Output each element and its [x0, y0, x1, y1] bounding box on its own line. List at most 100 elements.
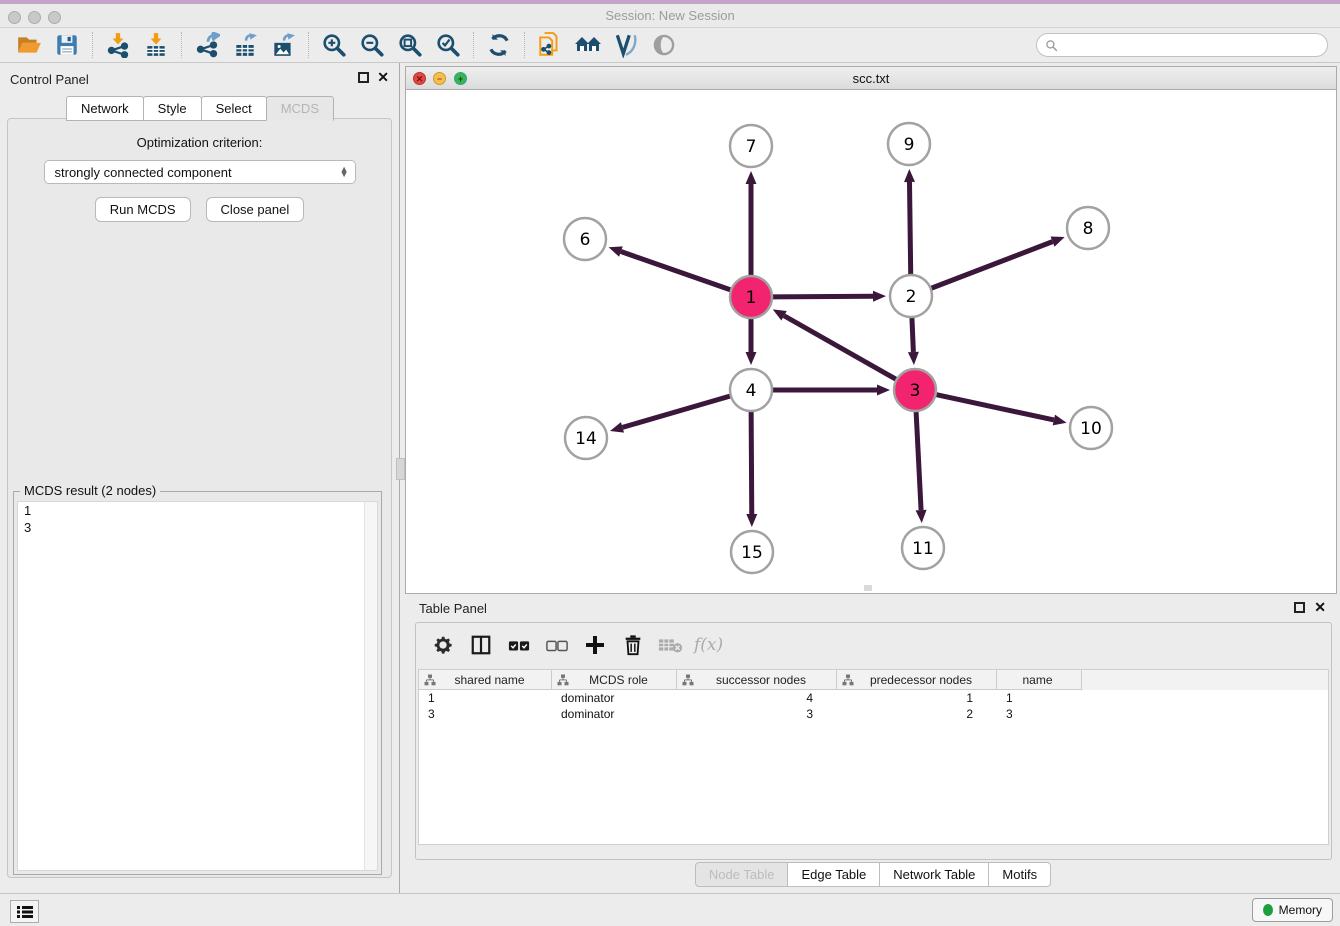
search-box[interactable]	[1036, 33, 1328, 57]
run-mcds-button[interactable]: Run MCDS	[95, 197, 191, 222]
network-title: scc.txt	[406, 71, 1336, 86]
clone-network-icon[interactable]	[531, 30, 569, 60]
import-table-icon[interactable]	[137, 30, 175, 60]
arrowhead-icon	[1051, 236, 1065, 246]
network-canvas[interactable]: 7968124314101511	[406, 90, 1336, 593]
cell-shared-name[interactable]: 1	[419, 690, 552, 706]
mcds-result-fieldset: MCDS result (2 nodes) 1 3	[13, 491, 382, 875]
zoom-selected-icon[interactable]	[429, 30, 467, 60]
graph-edge-2-8[interactable]	[932, 242, 1053, 288]
arrowhead-icon	[908, 352, 919, 365]
float-panel-icon[interactable]	[358, 72, 369, 83]
vizmapper-icon[interactable]	[607, 30, 645, 60]
cell-predecessor-nodes[interactable]: 2	[837, 706, 997, 722]
mcds-result-textarea[interactable]: 1 3	[17, 501, 378, 871]
cell-mcds-role[interactable]: dominator	[552, 690, 677, 706]
session-title: Session: New Session	[0, 8, 1340, 23]
memory-label: Memory	[1279, 903, 1322, 917]
memory-button[interactable]: Memory	[1252, 898, 1333, 922]
table-row[interactable]: 1 dominator 4 1 1	[419, 690, 1328, 706]
graph-edge-3-1[interactable]	[784, 316, 896, 379]
select-all-icon[interactable]	[502, 630, 536, 660]
graph-edge-4-14[interactable]	[622, 396, 729, 427]
table-toolbar: f(x)	[416, 623, 1331, 667]
network-view-window: ✕ − + scc.txt 7968124314101511	[405, 66, 1337, 594]
window-titlebar: Session: New Session	[0, 4, 1340, 28]
export-image-icon[interactable]	[264, 30, 302, 60]
table-row[interactable]: 3 dominator 3 2 3	[419, 706, 1328, 722]
close-panel-icon[interactable]: ✕	[1314, 602, 1326, 613]
zoom-fit-icon[interactable]	[391, 30, 429, 60]
graph-edge-3-10[interactable]	[937, 395, 1054, 420]
tab-select[interactable]: Select	[201, 96, 267, 121]
cell-shared-name[interactable]: 3	[419, 706, 552, 722]
export-network-icon[interactable]	[188, 30, 226, 60]
network-graph[interactable]: 7968124314101511	[406, 90, 1336, 593]
export-table-icon[interactable]	[226, 30, 264, 60]
status-bar: Memory	[0, 893, 1340, 926]
add-column-icon[interactable]	[578, 630, 612, 660]
split-columns-icon[interactable]	[464, 630, 498, 660]
deselect-all-icon[interactable]	[540, 630, 574, 660]
column-header-successor-nodes[interactable]: successor nodes	[677, 670, 837, 690]
node-table[interactable]: shared name MCDS role successor nodes pr…	[418, 669, 1329, 845]
tab-node-table[interactable]: Node Table	[695, 862, 789, 887]
delete-icon[interactable]	[616, 630, 650, 660]
close-panel-button[interactable]: Close panel	[206, 197, 305, 222]
search-input[interactable]	[1062, 35, 1327, 55]
network-window-titlebar[interactable]: ✕ − + scc.txt	[406, 67, 1336, 90]
graph-node-label: 4	[746, 381, 757, 401]
graph-edge-3-11[interactable]	[916, 412, 921, 510]
delete-table-icon	[654, 630, 688, 660]
optimization-criterion-select[interactable]: strongly connected component ▲▼	[44, 160, 356, 184]
panel-splitter-handle[interactable]	[396, 458, 405, 480]
result-scrollbar[interactable]	[364, 502, 377, 870]
gear-icon[interactable]	[426, 630, 460, 660]
close-panel-icon[interactable]: ✕	[377, 72, 389, 83]
tab-network-table[interactable]: Network Table	[879, 862, 989, 887]
cell-successor-nodes[interactable]: 4	[677, 690, 837, 706]
hierarchy-icon	[557, 674, 569, 686]
toolbar-separator	[473, 32, 474, 58]
zoom-out-icon[interactable]	[353, 30, 391, 60]
graph-node-label: 8	[1083, 219, 1094, 239]
column-header-name[interactable]: name	[997, 670, 1082, 690]
cell-name[interactable]: 1	[997, 690, 1082, 706]
main-toolbar	[0, 28, 1340, 63]
control-panel-title: Control Panel	[10, 72, 89, 87]
save-icon[interactable]	[48, 30, 86, 60]
float-panel-icon[interactable]	[1294, 602, 1305, 613]
task-history-button[interactable]	[10, 900, 39, 923]
tab-edge-table[interactable]: Edge Table	[787, 862, 880, 887]
cell-name[interactable]: 3	[997, 706, 1082, 722]
graph-edge-2-3[interactable]	[912, 318, 913, 352]
tab-style[interactable]: Style	[143, 96, 202, 121]
arrowhead-icon	[746, 352, 757, 365]
graph-edge-2-9[interactable]	[910, 182, 911, 274]
graph-node-label: 14	[575, 429, 597, 449]
column-header-shared-name[interactable]: shared name	[419, 670, 552, 690]
column-header-mcds-role[interactable]: MCDS role	[552, 670, 677, 690]
zoom-in-icon[interactable]	[315, 30, 353, 60]
tab-motifs[interactable]: Motifs	[988, 862, 1051, 887]
graph-edge-4-15[interactable]	[751, 412, 752, 514]
cell-successor-nodes[interactable]: 3	[677, 706, 837, 722]
import-network-icon[interactable]	[99, 30, 137, 60]
arrowhead-icon	[904, 169, 915, 182]
home-icon[interactable]	[569, 30, 607, 60]
arrowhead-icon	[873, 291, 886, 302]
graph-node-label: 1	[746, 288, 757, 308]
graph-edge-1-6[interactable]	[621, 252, 730, 290]
tab-network[interactable]: Network	[66, 96, 144, 121]
graph-edge-1-2[interactable]	[773, 296, 873, 297]
open-folder-icon[interactable]	[10, 30, 48, 60]
refresh-icon[interactable]	[480, 30, 518, 60]
column-header-predecessor-nodes[interactable]: predecessor nodes	[837, 670, 997, 690]
cell-mcds-role[interactable]: dominator	[552, 706, 677, 722]
tab-mcds[interactable]: MCDS	[266, 96, 334, 121]
hierarchy-icon	[424, 674, 436, 686]
cell-predecessor-nodes[interactable]: 1	[837, 690, 997, 706]
table-panel: Table Panel ✕	[405, 597, 1340, 890]
list-icon	[17, 905, 33, 919]
canvas-resize-grip[interactable]	[864, 585, 872, 591]
